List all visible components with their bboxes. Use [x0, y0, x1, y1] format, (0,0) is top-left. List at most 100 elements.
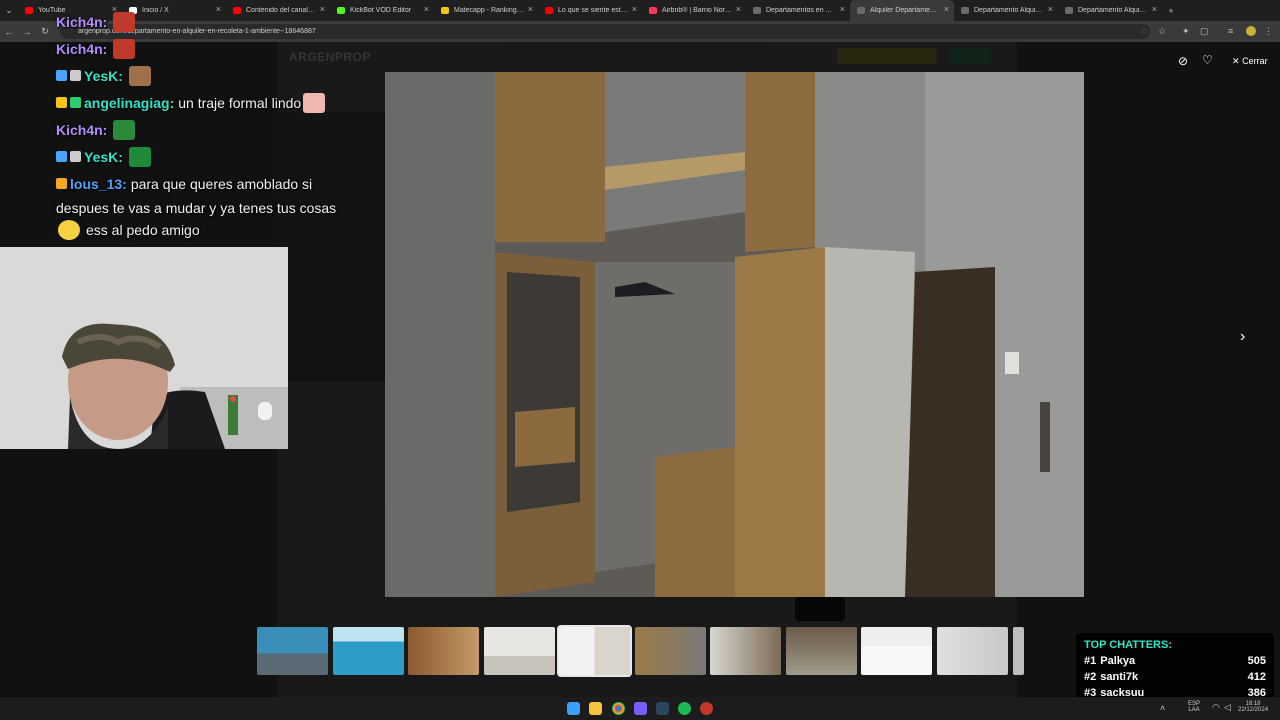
- tab-close-icon[interactable]: ×: [840, 4, 845, 14]
- thumbnail-10[interactable]: [937, 627, 1008, 675]
- tab-favicon-icon: [545, 7, 553, 14]
- tab-close-icon[interactable]: ×: [736, 4, 741, 14]
- top-chatter-row: #2 santi7k 412: [1084, 671, 1266, 687]
- wifi-icon[interactable]: ◠: [1212, 702, 1220, 713]
- chat-message: Kich4n:: [56, 35, 356, 62]
- browser-tab[interactable]: Departamento Alquiler 8 ×: [954, 0, 1058, 21]
- language-indicator[interactable]: ESP LAA: [1188, 701, 1200, 713]
- steam-icon[interactable]: [656, 702, 669, 715]
- reload-icon[interactable]: ↻: [36, 26, 54, 37]
- tab-close-icon[interactable]: ×: [632, 4, 637, 14]
- chat-badge-icon: [56, 151, 67, 162]
- tab-search-icon[interactable]: ⌄: [0, 5, 18, 16]
- browser-tab[interactable]: Matecapp - Ranking y Ra ×: [434, 0, 538, 21]
- close-lightbox-button[interactable]: ✕ Cerrar: [1232, 56, 1268, 67]
- thumbnail-6[interactable]: [635, 627, 706, 675]
- chat-message: Kich4n:: [56, 116, 356, 143]
- chat-emote-icon: [113, 119, 136, 140]
- chatter-rank: #2: [1084, 671, 1097, 683]
- thumbnail-strip: [257, 625, 1027, 677]
- thumbnail-3[interactable]: [408, 627, 479, 675]
- chat-emote-icon: [58, 220, 80, 240]
- favorite-heart-icon[interactable]: ♡: [1202, 53, 1213, 67]
- discord-icon[interactable]: [634, 702, 647, 715]
- tab-favicon-icon: [25, 7, 33, 14]
- thumbnail-7[interactable]: [710, 627, 781, 675]
- chat-emote-icon: [113, 38, 136, 59]
- tab-favicon-icon: [753, 7, 761, 14]
- tab-close-icon[interactable]: ×: [528, 4, 533, 14]
- volume-icon[interactable]: ◁: [1224, 702, 1231, 713]
- thumbnail-9[interactable]: [861, 627, 932, 675]
- clock[interactable]: 18:18 22/12/2024: [1238, 701, 1268, 713]
- clock-date: 22/12/2024: [1238, 707, 1269, 713]
- thumbnail-11-partial[interactable]: [1013, 627, 1024, 675]
- tab-favicon-icon: [649, 7, 657, 14]
- top-chatter-row: #1 Palkya 505: [1084, 655, 1266, 671]
- lightbox-photo[interactable]: [385, 72, 1084, 597]
- chat-emote-icon: [113, 11, 136, 32]
- chatter-name: santi7k: [1100, 671, 1139, 683]
- chat-username: Kich4n:: [56, 13, 108, 30]
- tab-label: Lo que se siente estar sol: [558, 7, 628, 14]
- chatter-name: Palkya: [1100, 655, 1136, 667]
- browser-tab[interactable]: Departamentos en Alquil ×: [746, 0, 850, 21]
- thumbnail-1[interactable]: [257, 627, 328, 675]
- tab-favicon-icon: [961, 7, 969, 14]
- media-icon[interactable]: ≡: [1228, 26, 1233, 36]
- chat-message: YesK:: [56, 143, 356, 170]
- file-explorer-icon[interactable]: [589, 702, 602, 715]
- closet-photo-image: [385, 72, 1084, 597]
- thumbnail-4[interactable]: [484, 627, 555, 675]
- browser-tab[interactable]: Alquiler Departamento a ×: [850, 0, 954, 21]
- eye-off-icon[interactable]: ◌: [1142, 26, 1147, 36]
- close-icon: ✕: [1232, 56, 1240, 66]
- chat-emote-icon: [303, 92, 326, 113]
- browser-tab[interactable]: Lo que se siente estar sol ×: [538, 0, 642, 21]
- back-icon[interactable]: ←: [0, 27, 18, 37]
- chatter-count: 505: [1247, 655, 1266, 667]
- extension-icon[interactable]: ✦: [1182, 26, 1190, 37]
- chrome-icon[interactable]: [612, 702, 625, 715]
- forward-icon[interactable]: →: [18, 27, 36, 37]
- browser-tab[interactable]: Airbnb® | Barrio Norte, R ×: [642, 0, 746, 21]
- header-button-ghost: [837, 48, 937, 64]
- chat-text: ess al pedo amigo: [86, 222, 200, 238]
- chat-message: Kich4n:: [56, 8, 356, 35]
- tab-close-icon[interactable]: ×: [1152, 4, 1157, 14]
- tab-label: Departamentos en Alquil: [766, 7, 836, 14]
- chat-badge-icon: [56, 70, 67, 81]
- menu-icon[interactable]: ⋮: [1264, 26, 1273, 37]
- chat-username: Kich4n:: [56, 40, 108, 57]
- spotify-icon[interactable]: [678, 702, 691, 715]
- tab-label: Matecapp - Ranking y Ra: [454, 7, 524, 14]
- start-menu-icon[interactable]: [567, 702, 580, 715]
- new-tab-icon[interactable]: +: [1162, 6, 1180, 16]
- obs-icon[interactable]: [700, 702, 713, 715]
- thumbnail-8[interactable]: [786, 627, 857, 675]
- tab-close-icon[interactable]: ×: [1048, 4, 1053, 14]
- header-button-ghost-2: [947, 48, 991, 64]
- tab-close-icon[interactable]: ×: [424, 4, 429, 14]
- next-photo-arrow-icon[interactable]: ›: [1240, 328, 1245, 346]
- thumbnail-2[interactable]: [333, 627, 404, 675]
- chat-username: YesK:: [84, 148, 123, 165]
- chat-badge-icon: [56, 97, 67, 108]
- thumbnail-5-selected[interactable]: [557, 625, 632, 677]
- chat-badge-icon: [70, 70, 81, 81]
- puzzle-icon[interactable]: ▢: [1200, 26, 1209, 37]
- tab-close-icon[interactable]: ×: [944, 4, 949, 14]
- browser-tab[interactable]: Departamento Alquiler 8 ×: [1058, 0, 1162, 21]
- close-label: Cerrar: [1242, 56, 1268, 66]
- tab-favicon-icon: [441, 7, 449, 14]
- tab-label: Departamento Alquiler 8: [1078, 7, 1148, 14]
- chat-emote-icon: [128, 146, 151, 167]
- hide-icon[interactable]: ⊘: [1178, 54, 1188, 68]
- tray-chevron-icon[interactable]: ˄: [1160, 703, 1165, 713]
- chat-username: Kich4n:: [56, 121, 108, 138]
- chat-message: YesK:: [56, 62, 356, 89]
- chat-badge-icon: [56, 178, 67, 189]
- chat-text: un traje formal lindo: [178, 94, 302, 111]
- bookmark-star-icon[interactable]: ☆: [1158, 26, 1166, 37]
- profile-avatar[interactable]: [1246, 26, 1256, 36]
